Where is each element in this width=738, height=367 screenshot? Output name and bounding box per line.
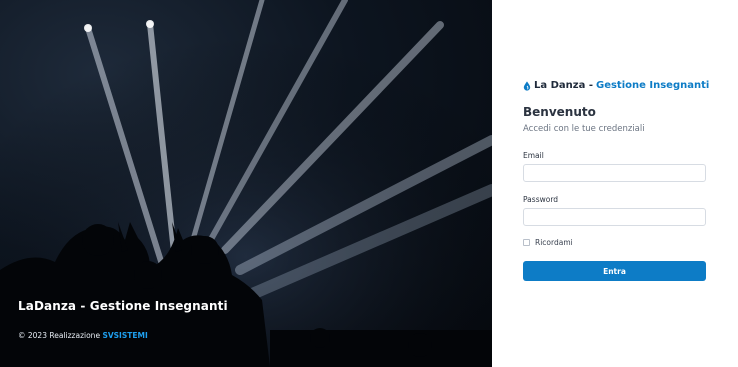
logo-name: La Danza -: [534, 80, 593, 91]
remember-label: Ricordami: [535, 238, 573, 247]
copyright-text: © 2023 Realizzazione: [18, 331, 103, 340]
email-field[interactable]: [523, 164, 706, 182]
hero-title: LaDanza - Gestione Insegnanti: [18, 299, 228, 313]
password-label: Password: [523, 195, 559, 204]
login-subtitle: Accedi con le tue credenziali: [523, 124, 645, 134]
hero-copyright: © 2023 Realizzazione SVSISTEMI: [18, 331, 148, 340]
password-field[interactable]: [523, 208, 706, 226]
login-panel: La Danza - Gestione Insegnanti Benvenuto…: [492, 0, 738, 367]
app-logo: La Danza - Gestione Insegnanti: [523, 80, 709, 91]
welcome-heading: Benvenuto: [523, 105, 596, 119]
email-label: Email: [523, 151, 544, 160]
drop-icon: [523, 81, 531, 91]
logo-accent: Gestione Insegnanti: [595, 80, 710, 91]
svsistemi-link[interactable]: SVSISTEMI: [102, 331, 147, 340]
remember-checkbox[interactable]: [523, 239, 530, 246]
login-button[interactable]: Entra: [523, 261, 706, 281]
hero-panel: LaDanza - Gestione Insegnanti © 2023 Rea…: [0, 0, 492, 367]
remember-me[interactable]: Ricordami: [523, 238, 573, 247]
